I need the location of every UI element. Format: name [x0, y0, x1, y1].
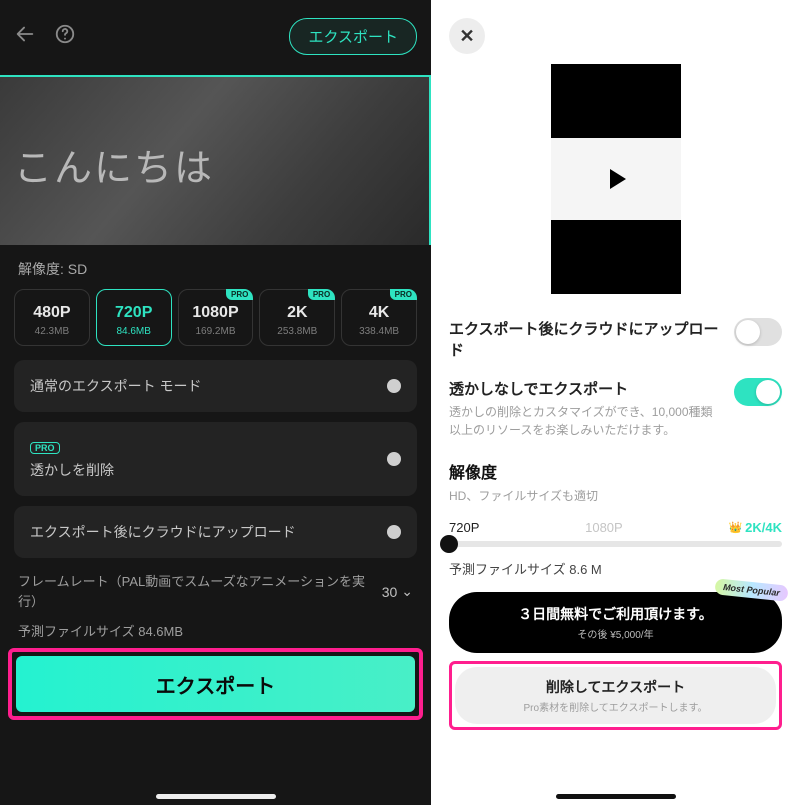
res-size: 84.6MB	[97, 326, 171, 337]
export-status-pill[interactable]: エクスポート	[289, 18, 417, 55]
home-indicator	[156, 794, 276, 799]
opt-cloud-row: エクスポート後にクラウドにアップロード	[449, 318, 782, 360]
opt-watermark-row: 透かしなしでエクスポート 透かしの削除とカスタマイズができ、10,000種類以上…	[449, 378, 782, 439]
slider-label-1080p: 1080P	[585, 520, 623, 535]
opt-cloud-upload[interactable]: エクスポート後にクラウドにアップロード	[14, 506, 417, 558]
free-trial-button[interactable]: Most Popular ３日間無料でご利用頂けます。 その後 ¥5,000/年	[449, 592, 782, 653]
close-button[interactable]: ✕	[449, 18, 485, 54]
delete-and-export-button[interactable]: 削除してエクスポート Pro素材を削除してエクスポートします。	[455, 667, 776, 724]
trial-line2: その後 ¥5,000/年	[459, 626, 772, 641]
resolution-heading: 解像度: SD	[0, 245, 431, 289]
res-size: 338.4MB	[342, 326, 416, 337]
opt-remove-watermark[interactable]: PRO 透かしを削除	[14, 422, 417, 496]
export-options-list: 通常のエクスポート モード PRO 透かしを削除 エクスポート後にクラウドにアッ…	[0, 346, 431, 558]
export-confirm-screen: ✕ エクスポート後にクラウドにアップロード 透かしなしでエクスポート 透かしの削…	[431, 0, 800, 805]
cloud-toggle[interactable]	[734, 318, 782, 346]
trial-line1: ３日間無料でご利用頂けます。	[459, 604, 772, 624]
opt-label-wrap: PRO 透かしを削除	[30, 438, 114, 480]
framerate-row[interactable]: フレームレート（PAL動画でスムーズなアニメーションを実行） 30 ⌄	[0, 558, 431, 615]
res-720p[interactable]: 720P 84.6MB	[96, 289, 172, 346]
res-4k[interactable]: PRO 4K 338.4MB	[341, 289, 417, 346]
video-preview[interactable]: こんにちは	[0, 75, 431, 245]
opt-sub: 透かしの削除とカスタマイズができ、10,000種類以上のリソースをお楽しみいただ…	[449, 403, 722, 439]
export-settings-screen: エクスポート こんにちは 解像度: SD 480P 42.3MB 720P 84…	[0, 0, 431, 805]
resolution-title: 解像度	[449, 459, 782, 483]
radio-icon	[387, 452, 401, 466]
res-label: 2K	[260, 304, 334, 322]
close-icon: ✕	[459, 26, 474, 47]
watermark-toggle[interactable]	[734, 378, 782, 406]
preview-text-overlay: こんにちは	[14, 137, 214, 192]
export-highlight-annotation: エクスポート	[8, 648, 423, 720]
framerate-value: 30 ⌄	[382, 583, 413, 600]
popular-tag: Most Popular	[714, 578, 788, 602]
preview-play-area[interactable]	[551, 138, 681, 220]
resolution-options: 480P 42.3MB 720P 84.6MB PRO 1080P 169.2M…	[0, 289, 431, 346]
res-size: 169.2MB	[179, 326, 253, 337]
preview-letterbox-bottom	[551, 220, 681, 294]
slider-thumb[interactable]	[440, 535, 458, 553]
delete-line1: 削除してエクスポート	[465, 677, 766, 697]
help-icon[interactable]	[54, 23, 76, 50]
pro-badge: PRO	[390, 289, 417, 300]
res-label: 4K	[342, 304, 416, 322]
chevron-down-icon: ⌄	[401, 583, 413, 600]
res-2k[interactable]: PRO 2K 253.8MB	[259, 289, 335, 346]
opt-normal-mode[interactable]: 通常のエクスポート モード	[14, 360, 417, 412]
delete-line2: Pro素材を削除してエクスポートします。	[465, 699, 766, 714]
res-label: 720P	[97, 304, 171, 322]
res-480p[interactable]: 480P 42.3MB	[14, 289, 90, 346]
home-indicator	[556, 794, 676, 799]
opt-text: 透かしなしでエクスポート 透かしの削除とカスタマイズができ、10,000種類以上…	[449, 378, 722, 439]
pro-badge: PRO	[226, 289, 253, 300]
play-icon	[610, 169, 626, 189]
crown-icon: 👑	[728, 521, 742, 534]
radio-icon	[387, 525, 401, 539]
slider-label-2k4k: 👑 2K/4K	[728, 520, 782, 535]
opt-label: 透かしを削除	[30, 460, 114, 480]
resolution-sub: HD、ファイルサイズも適切	[449, 487, 782, 504]
phone-preview	[551, 64, 681, 294]
framerate-label: フレームレート（PAL動画でスムーズなアニメーションを実行）	[18, 572, 366, 611]
res-label: 480P	[15, 304, 89, 322]
framerate-number: 30	[382, 584, 398, 600]
res-size: 42.3MB	[15, 326, 89, 337]
resolution-slider-labels: 720P 1080P 👑 2K/4K	[449, 520, 782, 535]
slider-label-720p: 720P	[449, 520, 479, 535]
res-label: 1080P	[179, 304, 253, 322]
res-1080p[interactable]: PRO 1080P 169.2MB	[178, 289, 254, 346]
export-button[interactable]: エクスポート	[16, 656, 415, 712]
top-left-controls	[14, 23, 76, 50]
slider-label-text: 2K/4K	[745, 520, 782, 535]
pro-badge: PRO	[308, 289, 335, 300]
opt-label: 通常のエクスポート モード	[30, 376, 201, 396]
radio-icon	[387, 379, 401, 393]
predicted-size: 予測ファイルサイズ 84.6MB	[0, 615, 431, 648]
delete-highlight-annotation: 削除してエクスポート Pro素材を削除してエクスポートします。	[449, 661, 782, 730]
preview-letterbox-top	[551, 64, 681, 138]
opt-title: 透かしなしでエクスポート	[449, 378, 722, 399]
resolution-slider[interactable]	[449, 541, 782, 547]
opt-text: エクスポート後にクラウドにアップロード	[449, 318, 722, 360]
top-bar: エクスポート	[0, 0, 431, 55]
opt-title: エクスポート後にクラウドにアップロード	[449, 318, 722, 360]
pro-badge: PRO	[30, 442, 60, 454]
predicted-size: 予測ファイルサイズ 8.6 M	[449, 559, 782, 578]
res-size: 253.8MB	[260, 326, 334, 337]
back-icon[interactable]	[14, 23, 36, 50]
opt-label: エクスポート後にクラウドにアップロード	[30, 522, 296, 542]
